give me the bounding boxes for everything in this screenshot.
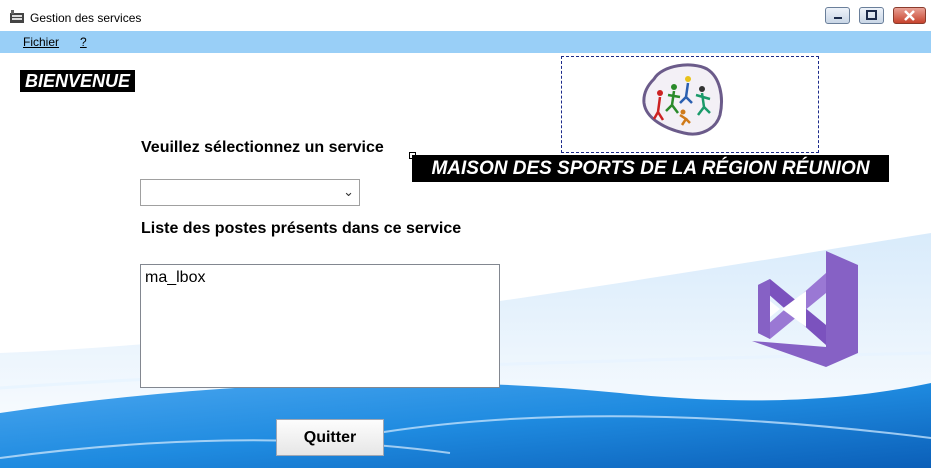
minimize-button[interactable] [825, 7, 850, 24]
minimize-icon [834, 17, 842, 19]
menu-item-fichier[interactable]: Fichier [23, 35, 59, 49]
banner-label: MAISON DES SPORTS DE LA RÉGION RÉUNION [412, 155, 889, 182]
close-icon [904, 10, 915, 21]
maximize-icon [866, 10, 877, 20]
app-icon [10, 10, 24, 23]
postes-listbox[interactable]: ma_lbox [140, 264, 500, 388]
maximize-button[interactable] [859, 7, 884, 24]
window-title: Gestion des services [30, 11, 142, 25]
select-service-label: Veuillez sélectionnez un service [141, 139, 384, 156]
visual-studio-icon [752, 251, 858, 367]
postes-list-label: Liste des postes présents dans ce servic… [141, 220, 462, 237]
title-bar: Gestion des services [0, 0, 931, 31]
sports-logo-image [642, 63, 723, 136]
quit-button[interactable]: Quitter [276, 419, 384, 456]
menu-bar: Fichier ? [0, 31, 931, 53]
menu-item-help[interactable]: ? [80, 35, 87, 49]
chevron-down-icon[interactable]: ⌄ [343, 184, 354, 200]
main-content: BIENVENUE Veuillez sélectionnez un servi… [0, 53, 931, 468]
listbox-item[interactable]: ma_lbox [145, 269, 205, 287]
welcome-label: BIENVENUE [20, 70, 136, 92]
service-combobox[interactable]: ⌄ [140, 179, 360, 206]
close-button[interactable] [893, 7, 926, 24]
sports-logo-picture [561, 56, 819, 153]
